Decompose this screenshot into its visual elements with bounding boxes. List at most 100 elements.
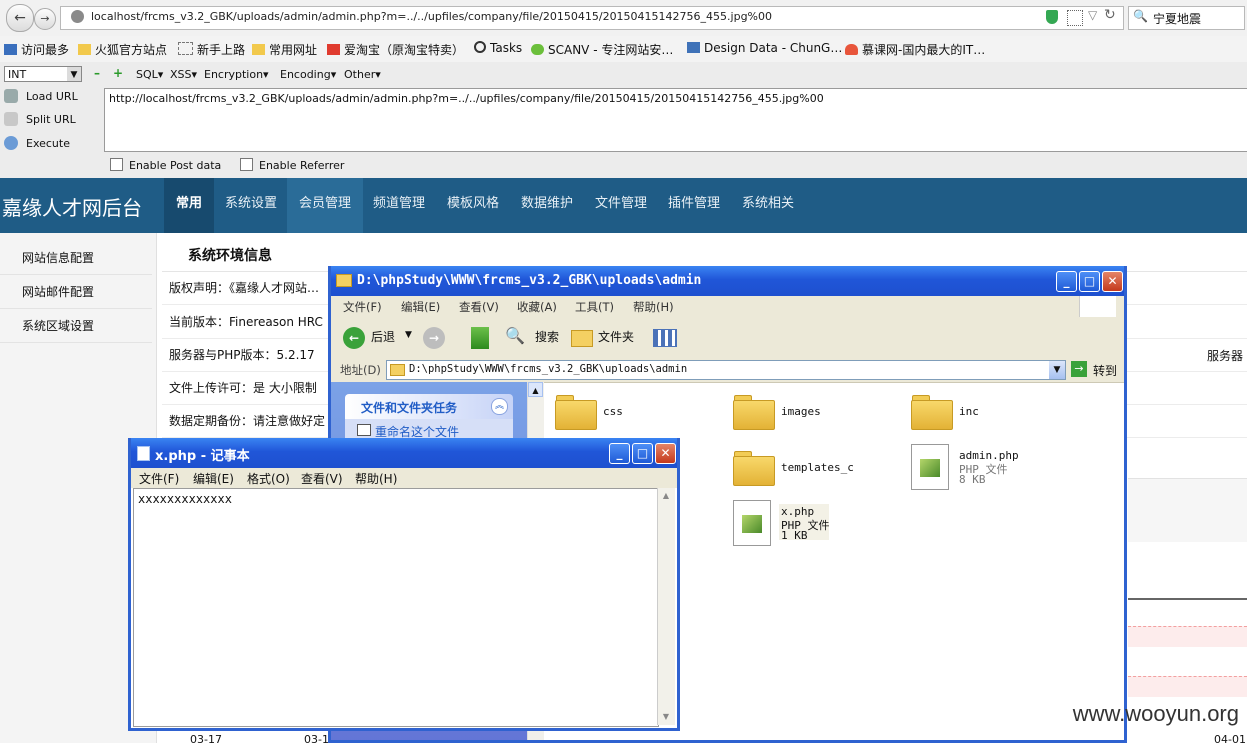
plus-icon[interactable]: + (113, 66, 123, 80)
nav-channel-management[interactable]: 频道管理 (361, 178, 437, 233)
load-url-button[interactable]: Load URL (0, 87, 100, 107)
menu-edit[interactable]: 编辑(E) (193, 470, 234, 487)
folder-icon[interactable] (911, 394, 953, 430)
page-icon (178, 42, 193, 55)
nav-plugin-management[interactable]: 插件管理 (656, 178, 732, 233)
rename-icon (357, 424, 371, 436)
url-field[interactable]: localhost/frcms_v3.2_GBK/uploads/admin/a… (60, 6, 1124, 30)
chart-band (1128, 676, 1247, 697)
hackbar-menu-encryption[interactable]: Encryption▾ (204, 68, 269, 81)
nav-template-style[interactable]: 模板风格 (435, 178, 511, 233)
enable-referrer-checkbox[interactable]: Enable Referrer (240, 158, 344, 172)
hackbar-menu-sql[interactable]: SQL▾ (136, 68, 163, 81)
bookmark-getting-started[interactable]: 新手上路 (178, 41, 245, 58)
menu-view[interactable]: 查看(V) (301, 470, 343, 487)
back-icon[interactable]: ← (6, 4, 34, 32)
task-panel-header[interactable]: 文件和文件夹任务 ︽ (345, 394, 513, 419)
nav-member-management[interactable]: 会员管理 (287, 178, 364, 233)
back-button[interactable]: 后退 (371, 328, 395, 345)
notepad-scrollbar[interactable]: ▲ ▼ (657, 488, 675, 725)
minus-icon[interactable]: – (94, 66, 100, 80)
up-folder-icon[interactable] (471, 327, 489, 349)
bookmark-design-data[interactable]: Design Data - ChunG… (687, 41, 842, 55)
scroll-down-icon[interactable]: ▼ (658, 709, 674, 725)
menu-file[interactable]: 文件(F) (343, 299, 382, 315)
bookmark-scanv[interactable]: SCANV - 专注网站安… (531, 41, 673, 58)
dropdown-arrow-icon[interactable]: ▽ (1088, 8, 1097, 22)
search-button[interactable]: 搜索 (535, 328, 559, 345)
execute-button[interactable]: Execute (0, 134, 100, 154)
php-file-icon[interactable] (911, 444, 949, 490)
view-grid-icon[interactable] (653, 329, 677, 347)
close-button[interactable]: ✕ (655, 443, 676, 464)
bookmark-tasks[interactable]: Tasks (474, 41, 522, 55)
scroll-up-icon[interactable]: ▲ (658, 488, 674, 504)
hackbar-menu-xss[interactable]: XSS▾ (170, 68, 197, 81)
collapse-icon[interactable]: ︽ (491, 398, 508, 415)
sidebar-item-region[interactable]: 系统区域设置 (0, 310, 152, 343)
folder-icon[interactable] (555, 394, 597, 430)
nav-common[interactable]: 常用 (164, 178, 215, 233)
hackbar-menu-encoding[interactable]: Encoding▾ (280, 68, 336, 81)
bookmark-imooc[interactable]: 慕课网-国内最大的IT… (845, 41, 985, 58)
minimize-button[interactable]: _ (1056, 271, 1077, 292)
hackbar-type-select[interactable]: INT ▼ (4, 66, 82, 82)
php-file-icon[interactable] (733, 500, 771, 546)
bookmark-label: Tasks (490, 41, 523, 55)
explorer-address-bar: 地址(D) D:\phpStudy\WWW\frcms_v3.2_GBK\upl… (331, 358, 1124, 383)
forward-icon[interactable]: → (34, 8, 56, 30)
go-button[interactable]: 转到 (1093, 362, 1117, 379)
folder-icon[interactable] (733, 394, 775, 430)
menu-help[interactable]: 帮助(H) (355, 470, 397, 487)
menu-favorites[interactable]: 收藏(A) (517, 299, 557, 315)
notepad-text-area[interactable]: xxxxxxxxxxxxx (133, 488, 659, 727)
nav-data-maintenance[interactable]: 数据维护 (509, 178, 585, 233)
forward-arrow-icon[interactable]: → (423, 327, 445, 349)
close-button[interactable]: ✕ (1102, 271, 1123, 292)
folders-button[interactable]: 文件夹 (598, 328, 634, 345)
file-name[interactable]: inc (959, 405, 979, 418)
chevron-down-icon[interactable]: ▼ (1049, 361, 1065, 379)
hackbar-menu-other[interactable]: Other▾ (344, 68, 381, 81)
file-name[interactable]: templates_c (781, 461, 854, 474)
globe-icon (71, 10, 84, 23)
explorer-titlebar[interactable]: D:\phpStudy\WWW\frcms_v3.2_GBK\uploads\a… (331, 266, 1124, 296)
nav-system-related[interactable]: 系统相关 (730, 178, 806, 233)
bookmark-aitaobao[interactable]: 爱淘宝（原淘宝特卖） (327, 41, 464, 58)
maximize-button[interactable]: □ (1079, 271, 1100, 292)
qr-code-icon[interactable] (1067, 10, 1083, 26)
file-name[interactable]: images (781, 405, 821, 418)
enable-post-checkbox[interactable]: Enable Post data (110, 158, 221, 172)
bookmark-most-visited[interactable]: 访问最多 (4, 41, 69, 58)
file-name[interactable]: css (603, 405, 623, 418)
notepad-titlebar[interactable]: x.php - 记事本 _ □ ✕ (131, 438, 677, 468)
chevron-down-icon[interactable]: ▼ (405, 330, 412, 340)
go-arrow-icon[interactable]: → (1071, 361, 1087, 377)
menu-help[interactable]: 帮助(H) (633, 299, 674, 315)
address-field[interactable]: D:\phpStudy\WWW\frcms_v3.2_GBK\uploads\a… (386, 360, 1066, 380)
menu-file[interactable]: 文件(F) (139, 470, 179, 487)
search-value: 宁夏地震 (1153, 12, 1202, 26)
notepad-content: xxxxxxxxxxxxx (138, 492, 232, 506)
bookmark-label: SCANV - 专注网站安… (548, 43, 674, 57)
sidebar-item-site-info[interactable]: 网站信息配置 (0, 242, 152, 275)
sidebar-item-site-mail[interactable]: 网站邮件配置 (0, 276, 152, 309)
shield-icon[interactable] (1046, 10, 1058, 24)
scroll-up-icon[interactable]: ▲ (528, 382, 543, 397)
split-url-button[interactable]: Split URL (0, 110, 100, 130)
nav-file-management[interactable]: 文件管理 (583, 178, 659, 233)
hackbar-url-textarea[interactable]: http://localhost/frcms_v3.2_GBK/uploads/… (104, 88, 1247, 152)
minimize-button[interactable]: _ (609, 443, 630, 464)
bookmark-common-sites[interactable]: 常用网址 (252, 41, 317, 58)
menu-format[interactable]: 格式(O) (247, 470, 290, 487)
reload-icon[interactable]: ↻ (1104, 7, 1116, 23)
menu-view[interactable]: 查看(V) (459, 299, 499, 315)
menu-edit[interactable]: 编辑(E) (401, 299, 440, 315)
search-field[interactable]: 🔍 宁夏地震 (1128, 6, 1245, 30)
nav-system-settings[interactable]: 系统设置 (213, 178, 289, 233)
menu-tools[interactable]: 工具(T) (575, 299, 614, 315)
back-arrow-icon[interactable]: ← (343, 327, 365, 349)
maximize-button[interactable]: □ (632, 443, 653, 464)
bookmark-firefox-site[interactable]: 火狐官方站点 (78, 41, 167, 58)
folder-icon[interactable] (733, 450, 775, 486)
